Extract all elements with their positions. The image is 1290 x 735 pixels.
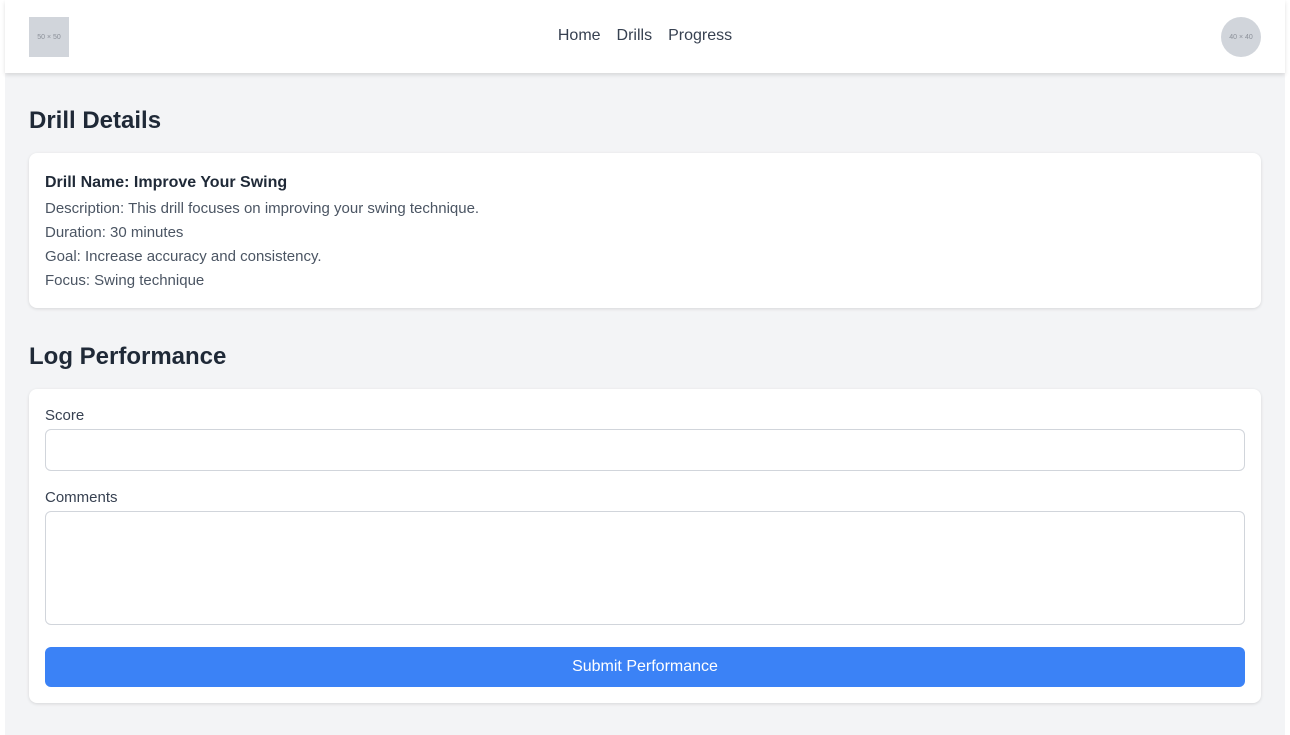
- comments-textarea[interactable]: [45, 511, 1245, 625]
- log-performance-form: Score Comments Submit Performance: [29, 389, 1261, 703]
- comments-label: Comments: [45, 489, 118, 506]
- drill-name: Drill Name: Improve Your Swing: [45, 174, 288, 191]
- drill-duration: Duration: 30 minutes: [45, 224, 184, 241]
- drill-goal: Goal: Increase accuracy and consistency.: [45, 248, 322, 265]
- nav-progress-link[interactable]: Progress: [668, 26, 732, 46]
- page: 50 × 50 Home Drills Progress 40 × 40 Dri…: [5, 0, 1285, 735]
- drill-details-card: Drill Name: Improve Your Swing Descripti…: [29, 153, 1261, 308]
- nav-home-link[interactable]: Home: [558, 26, 601, 46]
- drill-description: Description: This drill focuses on impro…: [45, 200, 480, 217]
- log-performance-heading: Log Performance: [29, 343, 227, 370]
- top-header: 50 × 50 Home Drills Progress 40 × 40: [5, 0, 1285, 73]
- user-avatar[interactable]: 40 × 40: [1221, 17, 1261, 57]
- nav-drills-link[interactable]: Drills: [617, 26, 653, 46]
- score-label: Score: [45, 407, 85, 424]
- drill-details-heading: Drill Details: [29, 107, 162, 134]
- main-nav: Home Drills Progress: [5, 26, 1285, 46]
- submit-performance-button[interactable]: Submit Performance: [45, 647, 1245, 687]
- score-input[interactable]: [45, 429, 1245, 471]
- drill-focus: Focus: Swing technique: [45, 272, 205, 289]
